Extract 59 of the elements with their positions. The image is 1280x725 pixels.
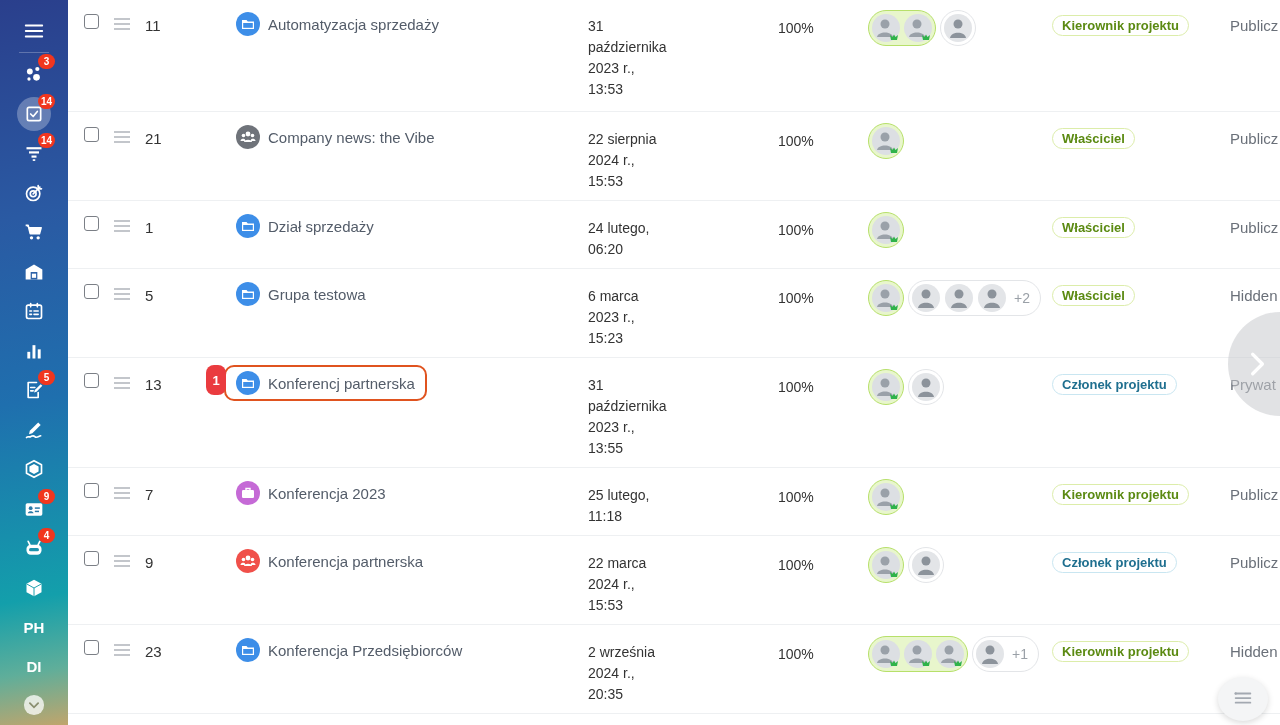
group-name-link[interactable]: Konferencja Przedsiębiorców [268,641,463,659]
sidebar-item[interactable]: 14 [10,133,58,173]
sidebar-item[interactable]: 3 [10,54,58,94]
date-text: 25 lutego, 11:18 [588,486,651,526]
progress-text: 100% [778,556,814,575]
date-text: 2 września 2024 r., 20:35 [588,643,656,704]
visibility-text: Publicz [1230,17,1279,34]
visibility-text: Publicz [1230,554,1279,571]
visibility-text: Prywat [1230,376,1276,393]
date-text: 22 sierpnia 2024 r., 15:53 [588,130,658,191]
progress-text: 100% [778,19,814,38]
progress-text: 100% [778,378,814,397]
progress-text: 100% [778,221,814,240]
visibility-text: Publicz [1230,219,1279,236]
more-members-count: +1 [1011,646,1029,662]
row-id: 9 [145,554,154,571]
sidebar-item[interactable]: 5 [10,370,58,410]
group-name-link[interactable]: Konferencja 2023 [268,484,386,502]
progress-text: 100% [778,645,814,664]
visibility-text: Publicz [1230,130,1279,147]
date-text: 22 marca 2024 r., 15:53 [588,554,648,615]
counter-badge: 9 [38,488,55,504]
counter-badge: 5 [38,370,55,386]
counter-badge: 14 [38,133,56,149]
row-id: 21 [145,130,162,147]
more-members-count: +2 [1013,290,1031,306]
row-id: 1 [145,219,154,236]
sidebar-item[interactable]: 14 [10,93,58,134]
progress-text: 100% [778,132,814,151]
counter-badge: 3 [38,54,55,70]
counter-badge: 14 [38,93,56,109]
date-text: 6 marca 2023 r., 15:23 [588,287,640,348]
progress-text: 100% [778,289,814,308]
progress-text: 100% [778,488,814,507]
member-avatar-group[interactable]: +2 [908,280,1041,316]
row-id: 7 [145,486,154,503]
group-name-link[interactable]: Automatyzacja sprzedaży [268,15,439,33]
group-name-link[interactable]: Company news: the Vibe [268,128,435,146]
row-id: 23 [145,643,162,660]
group-name-link[interactable]: Konferencj partnerska [268,374,415,392]
group-name-link[interactable]: Grupa testowa [268,285,366,303]
row-id: 5 [145,287,154,304]
counter-badge: 4 [38,528,55,544]
group-name-link[interactable]: Dział sprzedaży [268,217,374,235]
group-name-link[interactable]: Konferencja partnerska [268,552,424,570]
sidebar-item[interactable]: DI [17,649,51,684]
date-text: 31 października 2023 r., 13:53 [588,17,668,99]
member-avatar-group[interactable]: +1 [972,636,1039,672]
date-text: 31 października 2023 r., 13:55 [588,376,668,458]
sidebar-item[interactable]: 4 [10,528,58,568]
visibility-text: Publicz [1230,486,1279,503]
date-text: 24 lutego, 06:20 [588,219,651,259]
sidebar-item[interactable]: 9 [10,488,58,529]
row-id: 11 [145,17,161,34]
visibility-text: Hidden [1230,643,1278,660]
visibility-text: Hidden [1230,287,1278,304]
step-marker: 1 [206,365,226,395]
sidebar-item[interactable]: PH [17,610,51,645]
row-id: 13 [145,376,162,393]
